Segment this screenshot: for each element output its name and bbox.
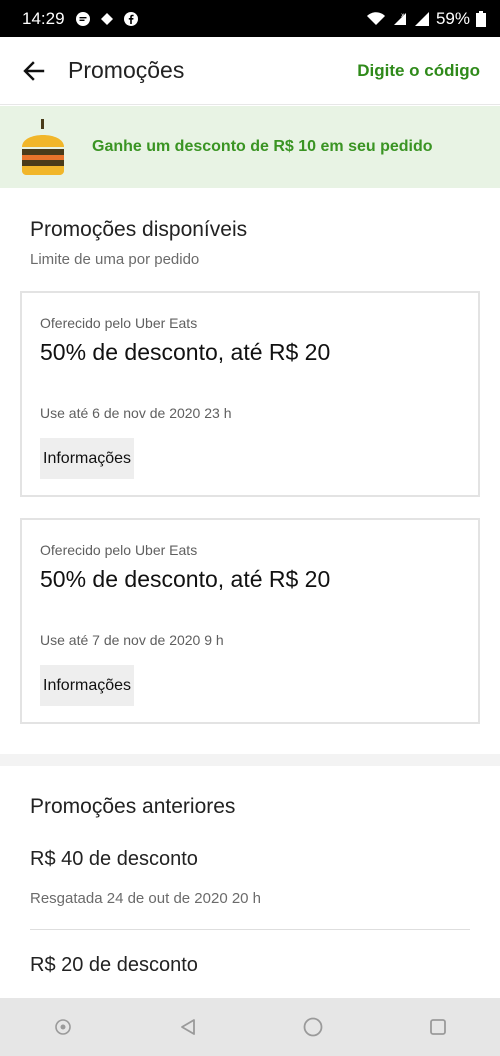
nav-recents-button[interactable] — [426, 1015, 450, 1039]
promo-headline: 50% de desconto, até R$ 20 — [40, 339, 331, 365]
status-time: 14:29 — [22, 8, 65, 28]
info-button[interactable]: Informações — [40, 665, 135, 706]
page-title: Promoções — [68, 57, 185, 83]
burger-icon — [22, 119, 64, 175]
triangle-back-icon — [180, 1019, 195, 1035]
previous-item-title: R$ 20 de desconto — [30, 954, 198, 976]
previous-title: Promoções anteriores — [30, 795, 236, 818]
messaging-icon — [75, 11, 90, 26]
battery-percent: 59% — [435, 8, 470, 28]
back-button[interactable] — [22, 58, 48, 84]
previous-item-title: R$ 40 de desconto — [30, 848, 198, 870]
promo-card: Oferecido pelo Uber Eats 50% de desconto… — [20, 518, 480, 724]
status-bar: 14:29 x 59% — [0, 0, 500, 37]
square-recents-icon — [429, 1019, 446, 1035]
promo-headline: 50% de desconto, até R$ 20 — [40, 566, 331, 592]
info-button[interactable]: Informações — [40, 438, 135, 479]
circle-home-icon — [303, 1017, 322, 1037]
system-nav-bar — [0, 998, 500, 1056]
signal-no-data-icon: x — [393, 12, 406, 25]
section-divider — [0, 754, 500, 766]
previous-item-subtitle: Resgatada 24 de out de 2020 20 h — [30, 890, 262, 907]
enter-code-link[interactable]: Digite o código — [357, 61, 480, 81]
available-promotions-section: Promoções disponíveis Limite de uma por … — [0, 188, 500, 754]
available-title: Promoções disponíveis — [30, 218, 248, 241]
promo-offered-by: Oferecido pelo Uber Eats — [40, 542, 198, 558]
arrow-left-icon — [23, 60, 45, 81]
promo-expiry: Use até 7 de nov de 2020 9 h — [40, 632, 224, 648]
promo-expiry: Use até 6 de nov de 2020 23 h — [40, 405, 232, 421]
available-subtitle: Limite de uma por pedido — [30, 251, 200, 268]
facebook-icon — [123, 11, 138, 26]
promo-banner[interactable]: Ganhe um desconto de R$ 10 em seu pedido — [0, 106, 500, 188]
promo-card: Oferecido pelo Uber Eats 50% de desconto… — [20, 291, 480, 497]
promo-offered-by: Oferecido pelo Uber Eats — [40, 315, 198, 331]
nav-home-button[interactable] — [301, 1015, 325, 1039]
previous-promotions-section: Promoções anteriores R$ 40 de desconto R… — [0, 766, 500, 998]
wifi-icon — [366, 11, 385, 25]
nav-back-button[interactable] — [176, 1015, 200, 1039]
app-bar: Promoções Digite o código — [0, 37, 500, 105]
diamond-icon — [100, 12, 113, 25]
list-divider — [30, 929, 470, 930]
battery-icon — [476, 10, 486, 27]
dot-circle-icon — [54, 1019, 71, 1035]
signal-icon — [414, 11, 429, 26]
banner-text: Ganhe um desconto de R$ 10 em seu pedido — [92, 138, 433, 155]
svg-text:x: x — [401, 12, 405, 19]
assistant-button[interactable] — [51, 1015, 75, 1039]
